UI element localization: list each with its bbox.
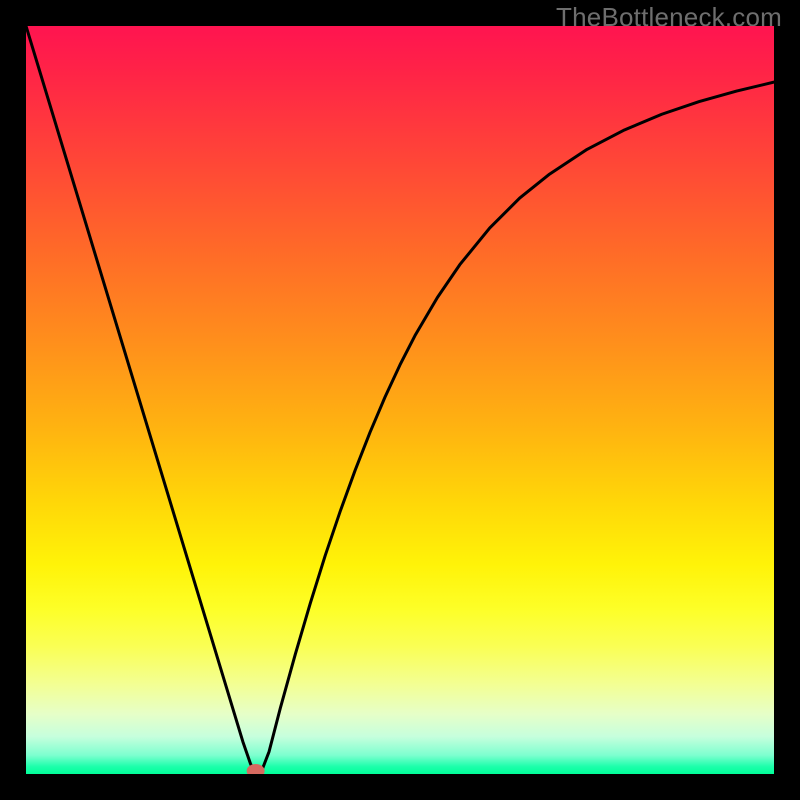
curve-svg bbox=[26, 26, 774, 774]
chart-frame: TheBottleneck.com bbox=[0, 0, 800, 800]
plot-area bbox=[26, 26, 774, 774]
bottleneck-curve bbox=[26, 26, 774, 774]
minimum-marker-icon bbox=[247, 764, 265, 774]
